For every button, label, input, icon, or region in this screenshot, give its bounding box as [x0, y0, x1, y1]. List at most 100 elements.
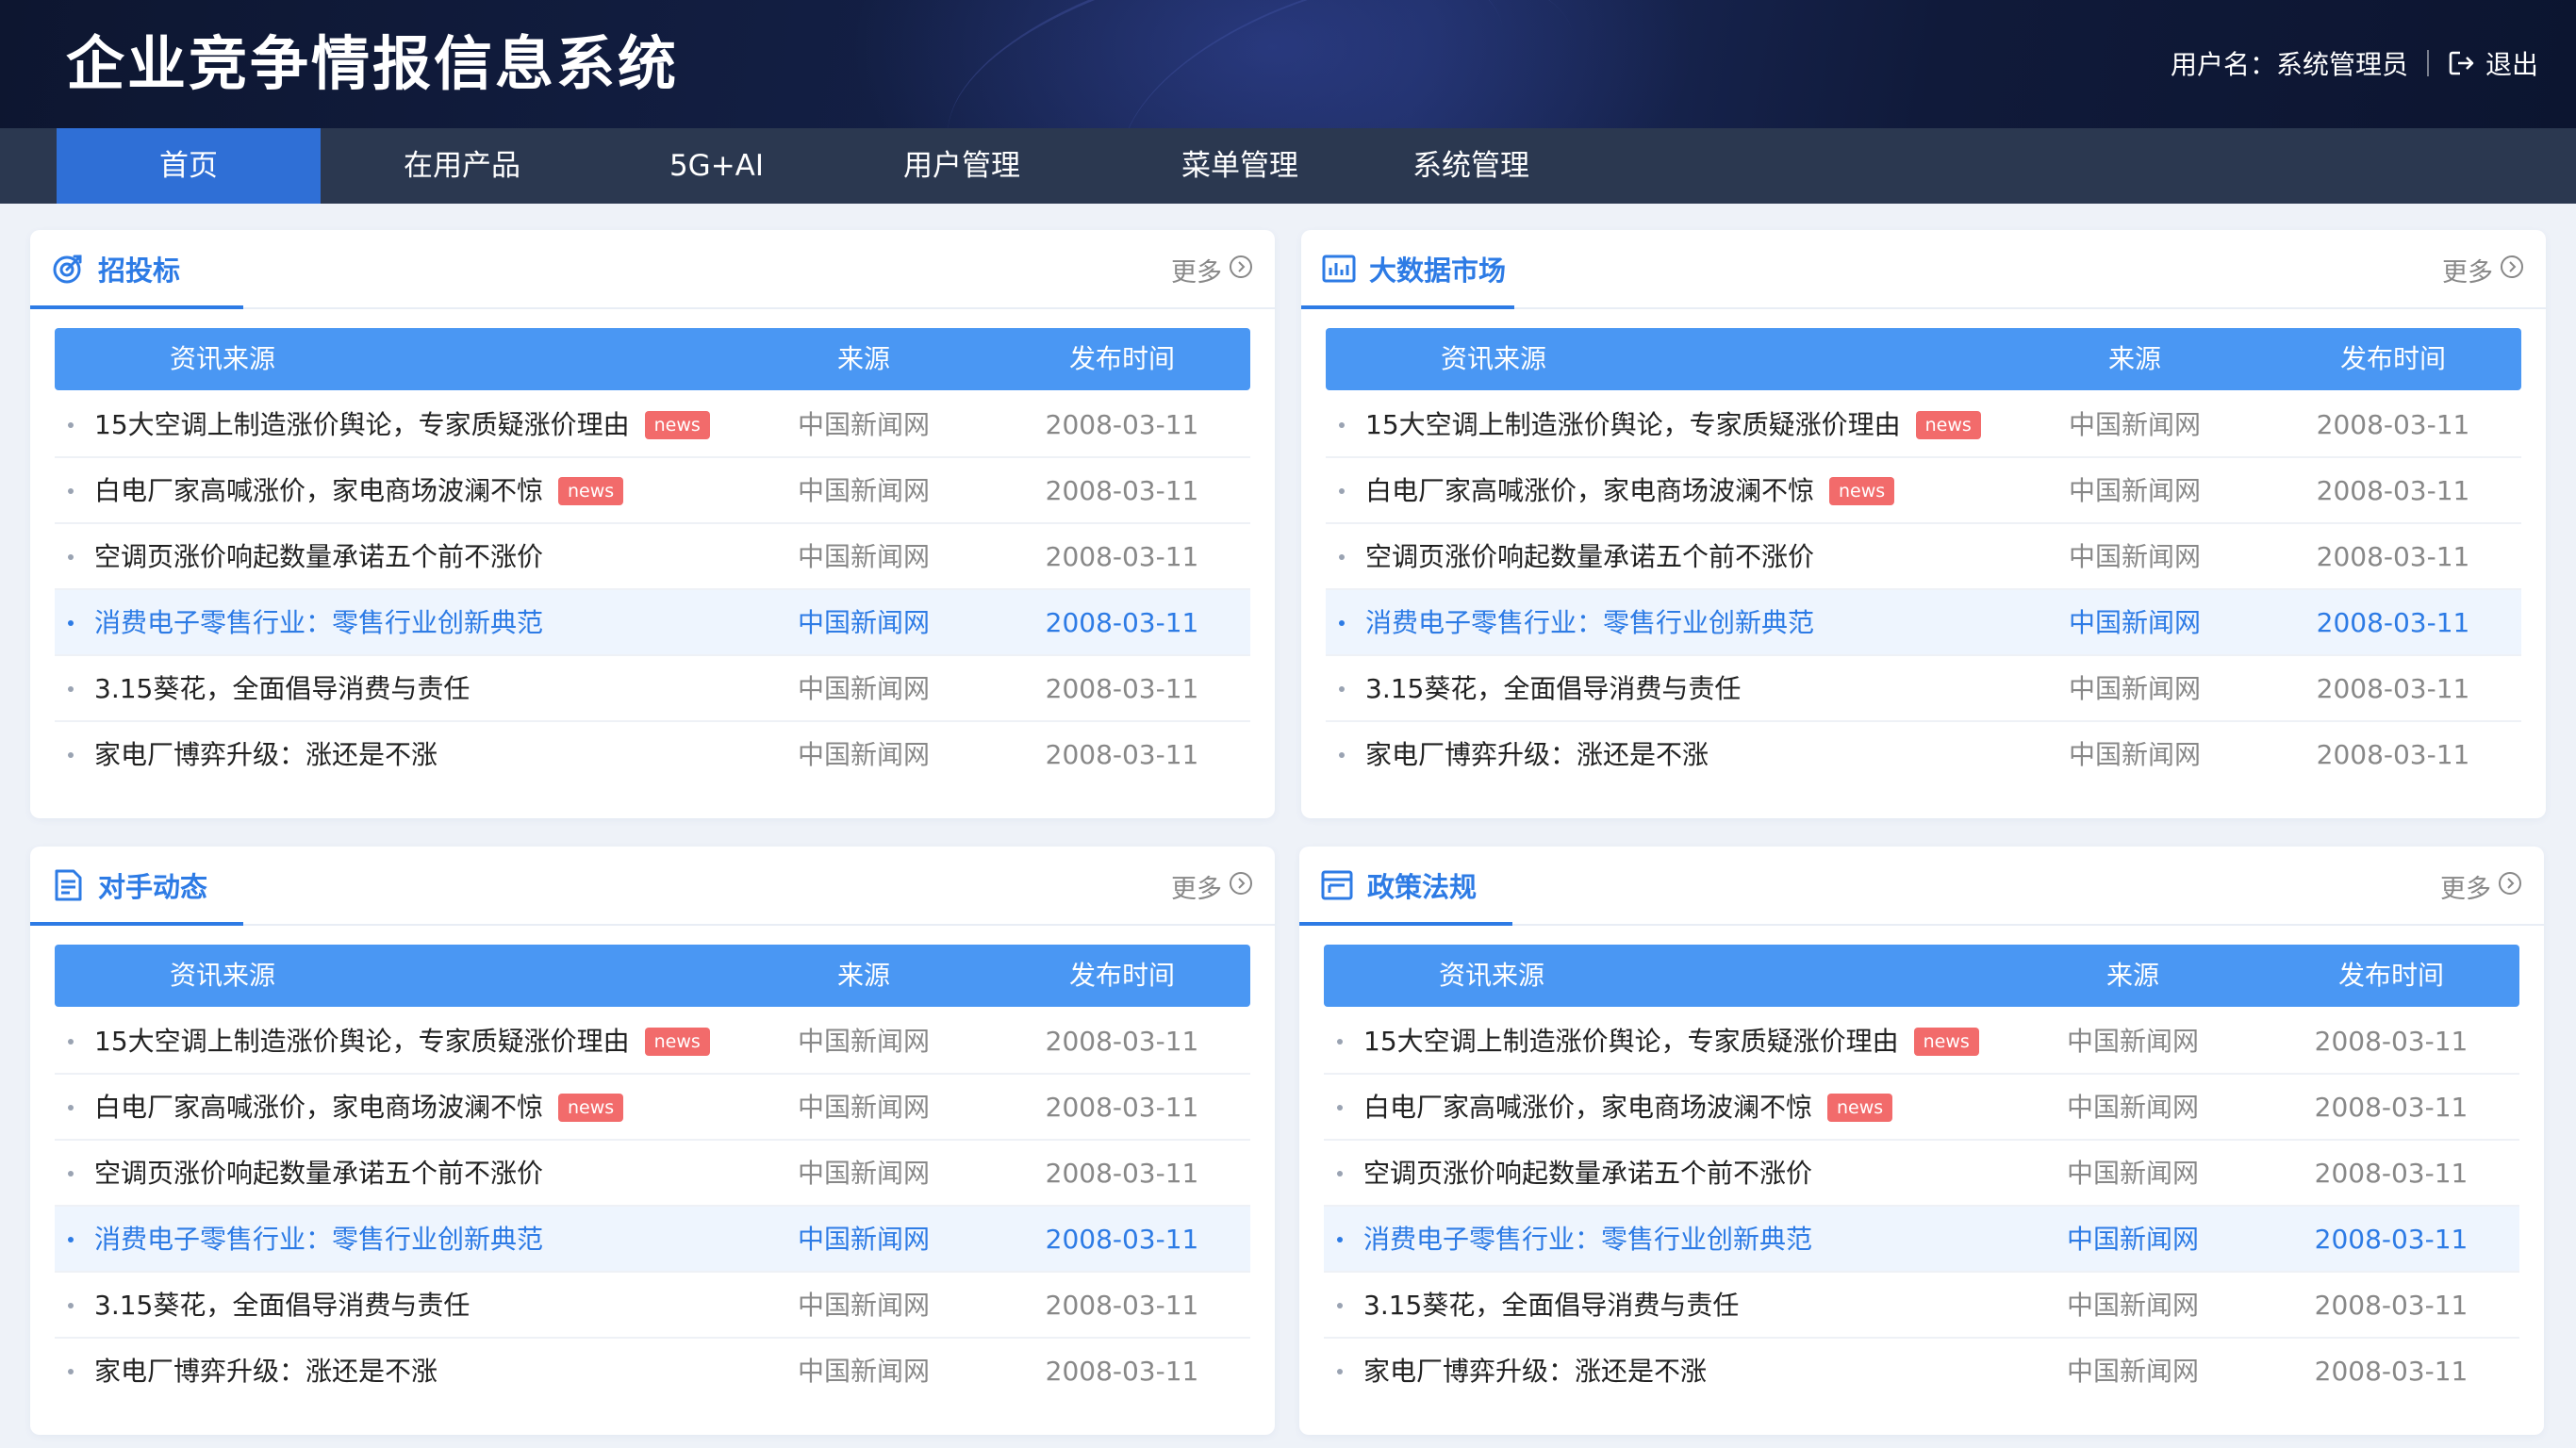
more-link[interactable]: 更多	[1171, 867, 1254, 905]
chevron-right-circle-icon	[2491, 870, 2523, 903]
logout-label: 退出	[2485, 49, 2538, 80]
chevron-right-circle-icon	[1222, 254, 1254, 287]
panel-title-label: 大数据市场	[1369, 255, 1507, 287]
more-link[interactable]: 更多	[2442, 251, 2525, 288]
nav-item-user-management[interactable]: 用户管理	[858, 128, 1065, 204]
table-row[interactable]: 15大空调上制造涨价舆论，专家质疑涨价理由 news 中国新闻网 2008-03-11	[1324, 1009, 2519, 1075]
table-row[interactable]: 消费电子零售行业：零售行业创新典范 中国新闻网 2008-03-11	[55, 1207, 1250, 1273]
bullet-dot-icon	[68, 1105, 74, 1111]
table-row[interactable]: 消费电子零售行业：零售行业创新典范 中国新闻网 2008-03-11	[55, 590, 1250, 656]
logout-button[interactable]: 退出	[2448, 44, 2538, 82]
app-title: 企业竞争情报信息系统	[66, 29, 680, 98]
row-title: 家电厂博弈升级：涨还是不涨	[94, 722, 438, 788]
row-source: 中国新闻网	[797, 739, 930, 770]
row-date: 2008-03-11	[1045, 1290, 1199, 1321]
row-source: 中国新闻网	[2068, 673, 2201, 704]
row-title: 消费电子零售行业：零售行业创新典范	[1363, 1207, 1812, 1273]
row-title-text: 家电厂博弈升级：涨还是不涨	[1365, 739, 1709, 770]
table-row[interactable]: 3.15葵花，全面倡导消费与责任 中国新闻网 2008-03-11	[1324, 1273, 2519, 1339]
table-row[interactable]: 3.15葵花，全面倡导消费与责任 中国新闻网 2008-03-11	[55, 1273, 1250, 1339]
bullet-dot-icon	[1339, 620, 1345, 626]
bullet-dot-icon	[1339, 422, 1345, 428]
column-header-info-source: 资讯来源	[1440, 343, 1546, 374]
bullet-dot-icon	[68, 620, 74, 626]
row-date: 2008-03-11	[1045, 607, 1199, 638]
news-badge: news	[1915, 411, 1981, 439]
table-row[interactable]: 家电厂博弈升级：涨还是不涨 中国新闻网 2008-03-11	[1326, 722, 2521, 788]
row-title-text: 家电厂博弈升级：涨还是不涨	[94, 739, 438, 770]
row-title-text: 消费电子零售行业：零售行业创新典范	[1363, 1224, 1813, 1255]
nav-item-menu-management[interactable]: 菜单管理	[1136, 128, 1344, 204]
table-row[interactable]: 空调页涨价响起数量承诺五个前不涨价 中国新闻网 2008-03-11	[55, 1141, 1250, 1207]
row-title: 空调页涨价响起数量承诺五个前不涨价	[1363, 1141, 1812, 1207]
row-title: 15大空调上制造涨价舆论，专家质疑涨价理由 news	[94, 1009, 710, 1075]
row-title: 白电厂家高喊涨价，家电商场波澜不惊 news	[1365, 458, 1895, 524]
row-date: 2008-03-11	[1045, 409, 1199, 440]
row-title-text: 白电厂家高喊涨价，家电商场波澜不惊	[94, 1092, 544, 1123]
row-title: 3.15葵花，全面倡导消费与责任	[94, 1273, 470, 1339]
row-title-text: 3.15葵花，全面倡导消费与责任	[1363, 1290, 1740, 1321]
table-body: 15大空调上制造涨价舆论，专家质疑涨价理由 news 中国新闻网 2008-03-11…	[55, 1009, 1250, 1405]
column-header-date: 发布时间	[2339, 343, 2446, 374]
column-header-date: 发布时间	[2337, 960, 2444, 991]
table-row[interactable]: 15大空调上制造涨价舆论，专家质疑涨价理由 news 中国新闻网 2008-03-11	[55, 1009, 1250, 1075]
more-link[interactable]: 更多	[2440, 867, 2523, 905]
table-row[interactable]: 空调页涨价响起数量承诺五个前不涨价 中国新闻网 2008-03-11	[55, 524, 1250, 590]
more-label: 更多	[2442, 257, 2493, 288]
nav-item-home[interactable]: 首页	[57, 128, 321, 204]
bullet-dot-icon	[1339, 752, 1345, 758]
table-row[interactable]: 3.15葵花，全面倡导消费与责任 中国新闻网 2008-03-11	[55, 656, 1250, 722]
table-row[interactable]: 3.15葵花，全面倡导消费与责任 中国新闻网 2008-03-11	[1326, 656, 2521, 722]
table-row[interactable]: 15大空调上制造涨价舆论，专家质疑涨价理由 news 中国新闻网 2008-03-11	[55, 392, 1250, 458]
nav-item-products[interactable]: 在用产品	[358, 128, 566, 204]
table-row[interactable]: 空调页涨价响起数量承诺五个前不涨价 中国新闻网 2008-03-11	[1326, 524, 2521, 590]
row-title-text: 空调页涨价响起数量承诺五个前不涨价	[1363, 1158, 1813, 1189]
row-title: 家电厂博弈升级：涨还是不涨	[1363, 1339, 1707, 1405]
table-row[interactable]: 白电厂家高喊涨价，家电商场波澜不惊 news 中国新闻网 2008-03-11	[55, 458, 1250, 524]
table-row[interactable]: 空调页涨价响起数量承诺五个前不涨价 中国新闻网 2008-03-11	[1324, 1141, 2519, 1207]
bullet-dot-icon	[1337, 1369, 1343, 1374]
row-date: 2008-03-11	[2316, 739, 2470, 770]
row-source: 中国新闻网	[2068, 541, 2201, 572]
panel-title-label: 政策法规	[1367, 871, 1478, 903]
table-row[interactable]: 消费电子零售行业：零售行业创新典范 中国新闻网 2008-03-11	[1324, 1207, 2519, 1273]
row-date: 2008-03-11	[2314, 1158, 2469, 1189]
bullet-dot-icon	[68, 422, 74, 428]
panel-title: 对手动态	[51, 864, 207, 907]
bullet-dot-icon	[1337, 1039, 1343, 1045]
nav-item-5g-ai[interactable]: 5G+AI	[622, 128, 811, 204]
panel-title-underline	[1301, 305, 1514, 309]
row-date: 2008-03-11	[1045, 1224, 1199, 1255]
table-row[interactable]: 家电厂博弈升级：涨还是不涨 中国新闻网 2008-03-11	[1324, 1339, 2519, 1405]
row-source: 中国新闻网	[2068, 739, 2201, 770]
bullet-dot-icon	[68, 1171, 74, 1176]
row-date: 2008-03-11	[2316, 409, 2470, 440]
row-date: 2008-03-11	[2314, 1026, 2469, 1057]
row-title-text: 空调页涨价响起数量承诺五个前不涨价	[94, 541, 544, 572]
more-label: 更多	[1171, 257, 1222, 288]
row-date: 2008-03-11	[2316, 673, 2470, 704]
table-row[interactable]: 白电厂家高喊涨价，家电商场波澜不惊 news 中国新闻网 2008-03-11	[55, 1075, 1250, 1141]
row-source: 中国新闻网	[797, 1026, 930, 1057]
more-link[interactable]: 更多	[1171, 251, 1254, 288]
table-row[interactable]: 消费电子零售行业：零售行业创新典范 中国新闻网 2008-03-11	[1326, 590, 2521, 656]
row-source: 中国新闻网	[2066, 1290, 2199, 1321]
bullet-dot-icon	[68, 1303, 74, 1308]
table-row[interactable]: 白电厂家高喊涨价，家电商场波澜不惊 news 中国新闻网 2008-03-11	[1326, 458, 2521, 524]
news-badge: news	[1913, 1028, 1979, 1056]
table-row[interactable]: 白电厂家高喊涨价，家电商场波澜不惊 news 中国新闻网 2008-03-11	[1324, 1075, 2519, 1141]
row-title-text: 空调页涨价响起数量承诺五个前不涨价	[94, 1158, 544, 1189]
row-title: 空调页涨价响起数量承诺五个前不涨价	[94, 1141, 543, 1207]
row-title: 白电厂家高喊涨价，家电商场波澜不惊 news	[1363, 1075, 1893, 1141]
table-row[interactable]: 15大空调上制造涨价舆论，专家质疑涨价理由 news 中国新闻网 2008-03-11	[1326, 392, 2521, 458]
bullet-dot-icon	[1337, 1171, 1343, 1176]
panel-header: 招投标 更多	[30, 230, 1275, 309]
row-title: 家电厂博弈升级：涨还是不涨	[94, 1339, 438, 1405]
table-row[interactable]: 家电厂博弈升级：涨还是不涨 中国新闻网 2008-03-11	[55, 1339, 1250, 1405]
more-label: 更多	[1171, 874, 1222, 904]
table-row[interactable]: 家电厂博弈升级：涨还是不涨 中国新闻网 2008-03-11	[55, 722, 1250, 788]
main-nav: 首页 在用产品 5G+AI 用户管理 菜单管理 系统管理	[0, 128, 2576, 204]
nav-item-system-management[interactable]: 系统管理	[1367, 128, 1575, 204]
bullet-dot-icon	[1337, 1303, 1343, 1308]
row-date: 2008-03-11	[1045, 541, 1199, 572]
